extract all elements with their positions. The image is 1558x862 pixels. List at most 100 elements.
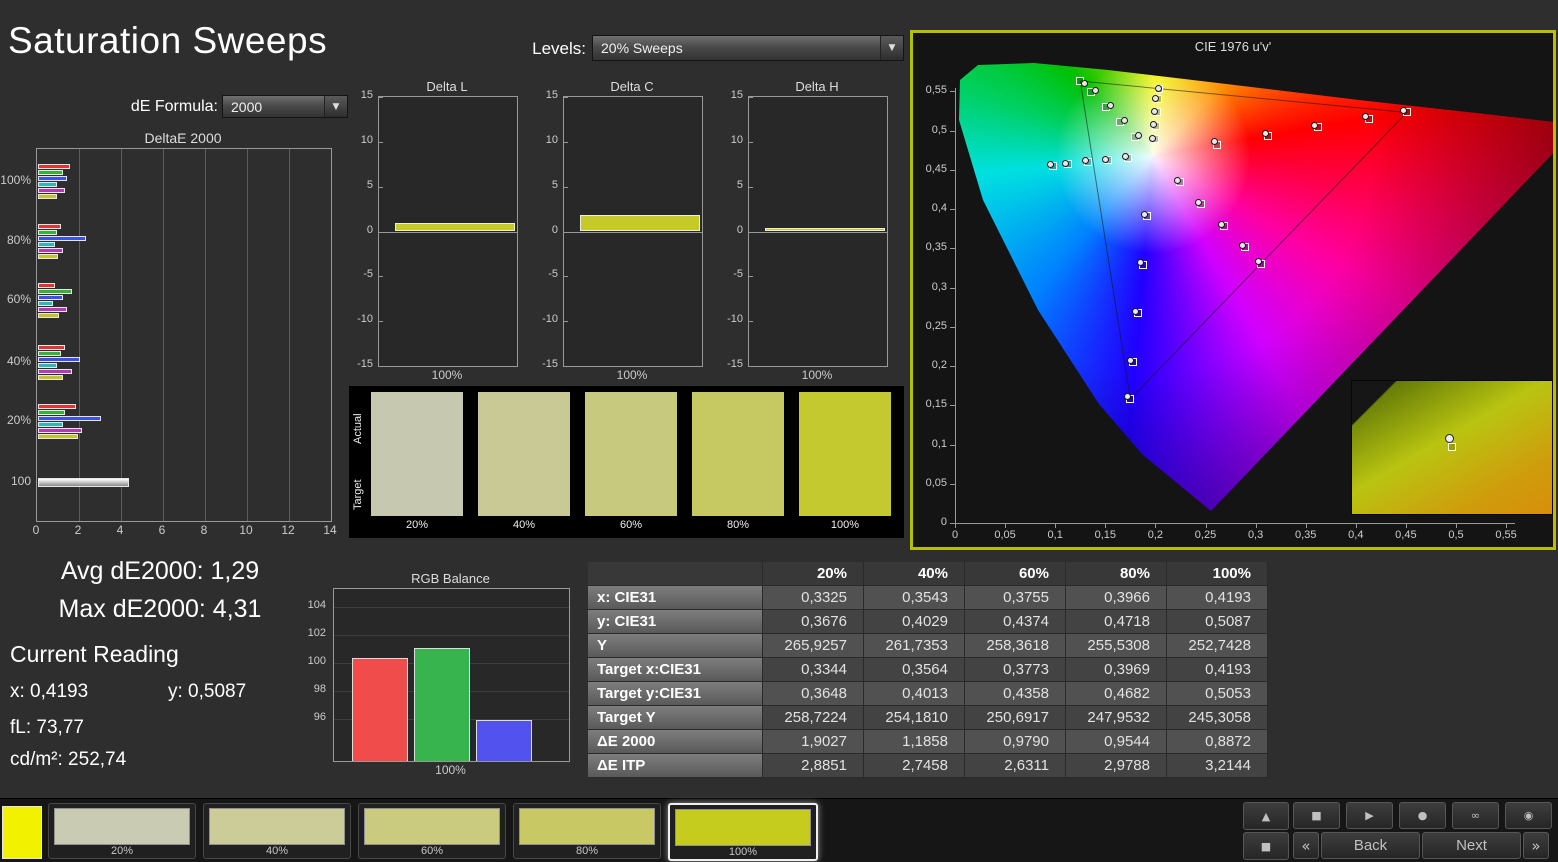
loop-icon: ∞: [1470, 809, 1481, 822]
patch-color-swatch: [54, 808, 190, 845]
axis-tick: [1205, 523, 1207, 528]
control-loop-button[interactable]: ∞: [1452, 802, 1499, 829]
de-bar: [38, 187, 66, 193]
axis-tick: [379, 321, 383, 323]
patch-color-swatch: [519, 808, 655, 845]
next-chevron-button[interactable]: »: [1523, 832, 1549, 859]
next-button[interactable]: Next: [1422, 832, 1521, 859]
cell-value: 255,5308: [1066, 634, 1167, 658]
patch-label: 20%: [110, 845, 134, 857]
cell-value: 0,3966: [1066, 586, 1167, 610]
deltae-y-axis: 100% 80% 60% 40% 20% 100: [0, 148, 33, 520]
delta-c-title: Delta C: [610, 79, 654, 94]
patch-color-swatch: [364, 808, 500, 845]
calibration-app-window: Saturation Sweeps Levels: 20% Sweeps ▼ d…: [0, 0, 1558, 862]
axis-tick-label: 15: [360, 89, 373, 101]
de-bar: [38, 181, 57, 187]
measured-marker: [1238, 242, 1246, 250]
de-bar: [38, 368, 72, 374]
control-power-button[interactable]: ◉: [1505, 802, 1552, 829]
levels-dropdown[interactable]: 20% Sweeps ▼: [592, 35, 904, 61]
saturation-patch-button[interactable]: 100%: [668, 803, 818, 861]
delta-h-title: Delta H: [795, 79, 839, 94]
table-row: Target x:CIE31 0,3344 0,3564 0,3773 0,3969 0,…: [588, 658, 1268, 682]
delta-h-chart: [748, 96, 888, 367]
axis-tick-label: -10: [727, 313, 743, 326]
cell-value: 261,7353: [864, 634, 965, 658]
chevron-down-icon[interactable]: ▼: [880, 36, 903, 60]
measured-marker: [1445, 434, 1454, 443]
cell-value: 0,3648: [763, 682, 864, 706]
cell-value: 254,1810: [864, 706, 965, 730]
current-reading-cdm2: cd/m²: 252,74: [10, 749, 127, 770]
axis-tick-label: 0,2: [1147, 529, 1164, 541]
column-header: 20%: [763, 562, 864, 586]
saturation-swatch: [371, 392, 463, 516]
de-formula-dropdown[interactable]: 2000 ▼: [222, 95, 348, 118]
saturation-patch-button[interactable]: 80%: [513, 803, 661, 859]
swatch-label: 60%: [619, 519, 643, 531]
axis-tick-label: 40%: [6, 354, 31, 368]
cell-value: 0,4718: [1066, 610, 1167, 634]
axis-tick-label: 4: [116, 523, 124, 537]
swatch-row-label: Target: [352, 479, 364, 511]
chevron-down-icon[interactable]: ▼: [324, 96, 347, 117]
de-bar: [38, 288, 72, 294]
control-record-button[interactable]: ●: [1399, 802, 1446, 829]
axis-tick: [564, 141, 568, 143]
saturation-patch-button[interactable]: 40%: [203, 803, 351, 859]
axis-tick-label: -15: [727, 358, 743, 370]
saturation-swatch: [799, 392, 891, 516]
de-bar: [38, 477, 129, 487]
cell-value: 0,3676: [763, 610, 864, 634]
back-chevron-button[interactable]: «: [1293, 832, 1319, 859]
axis-tick-label: 0,15: [1094, 529, 1116, 541]
axis-tick-label: 0,35: [925, 241, 947, 254]
column-header: 100%: [1167, 562, 1268, 586]
delta-h-y-axis: 15 10 5 0 -5 -10 -15: [720, 89, 746, 370]
de-bar: [38, 374, 63, 380]
current-reading-title: Current Reading: [10, 641, 179, 667]
row-label: x: CIE31: [588, 586, 763, 610]
axis-tick-label: 0: [736, 223, 743, 236]
axis-tick-label: 100: [10, 474, 31, 488]
control-play-button[interactable]: ▶: [1346, 802, 1393, 829]
saturation-patch-button[interactable]: 20%: [48, 803, 196, 859]
blue-balance-bar: [476, 720, 532, 761]
chevrons-left-icon: «: [1301, 836, 1311, 855]
cell-value: 258,7224: [763, 706, 864, 730]
control-stop-button[interactable]: ■: [1293, 802, 1340, 829]
gridline: [79, 149, 80, 521]
measured-marker: [1217, 220, 1225, 228]
table-header-row: 20% 40% 60% 80% 100%: [588, 562, 1268, 586]
cell-value: 247,9532: [1066, 706, 1167, 730]
avg-de2000-readout: Avg dE2000: 1,29: [60, 557, 260, 585]
axis-tick-label: 0,2: [931, 359, 947, 371]
cell-value: 258,3618: [965, 634, 1066, 658]
measured-marker: [1121, 117, 1129, 125]
gridline: [334, 635, 569, 637]
axis-tick-label: 0,5: [931, 123, 947, 136]
control-layout-square-button[interactable]: ■: [1243, 832, 1289, 860]
axis-tick: [564, 321, 568, 323]
measured-marker: [1399, 107, 1407, 115]
axis-tick-label: -10: [357, 313, 373, 326]
measured-marker: [1149, 134, 1157, 142]
axis-tick: [749, 186, 753, 188]
axis-tick-label: 15: [730, 89, 743, 101]
delta-l-y-axis: 15 10 5 0 -5 -10 -15: [350, 89, 376, 370]
gridline: [121, 149, 122, 521]
axis-tick-label: 0,15: [925, 398, 947, 411]
de-formula-label: dE Formula:: [130, 98, 218, 115]
swatch-label: 40%: [512, 519, 536, 531]
saturation-patch-button[interactable]: 60%: [358, 803, 506, 859]
control-up-arrow-button[interactable]: ▲: [1243, 802, 1289, 830]
axis-tick-label: 10: [360, 133, 373, 146]
back-button[interactable]: Back: [1321, 832, 1420, 859]
up-arrow-icon: ▲: [1261, 809, 1271, 823]
delta-c-chart: [563, 96, 703, 367]
measured-marker: [1310, 122, 1318, 129]
saturation-swatch: [585, 392, 677, 516]
gridline: [205, 149, 206, 521]
axis-tick-label: 0,45: [925, 162, 947, 175]
